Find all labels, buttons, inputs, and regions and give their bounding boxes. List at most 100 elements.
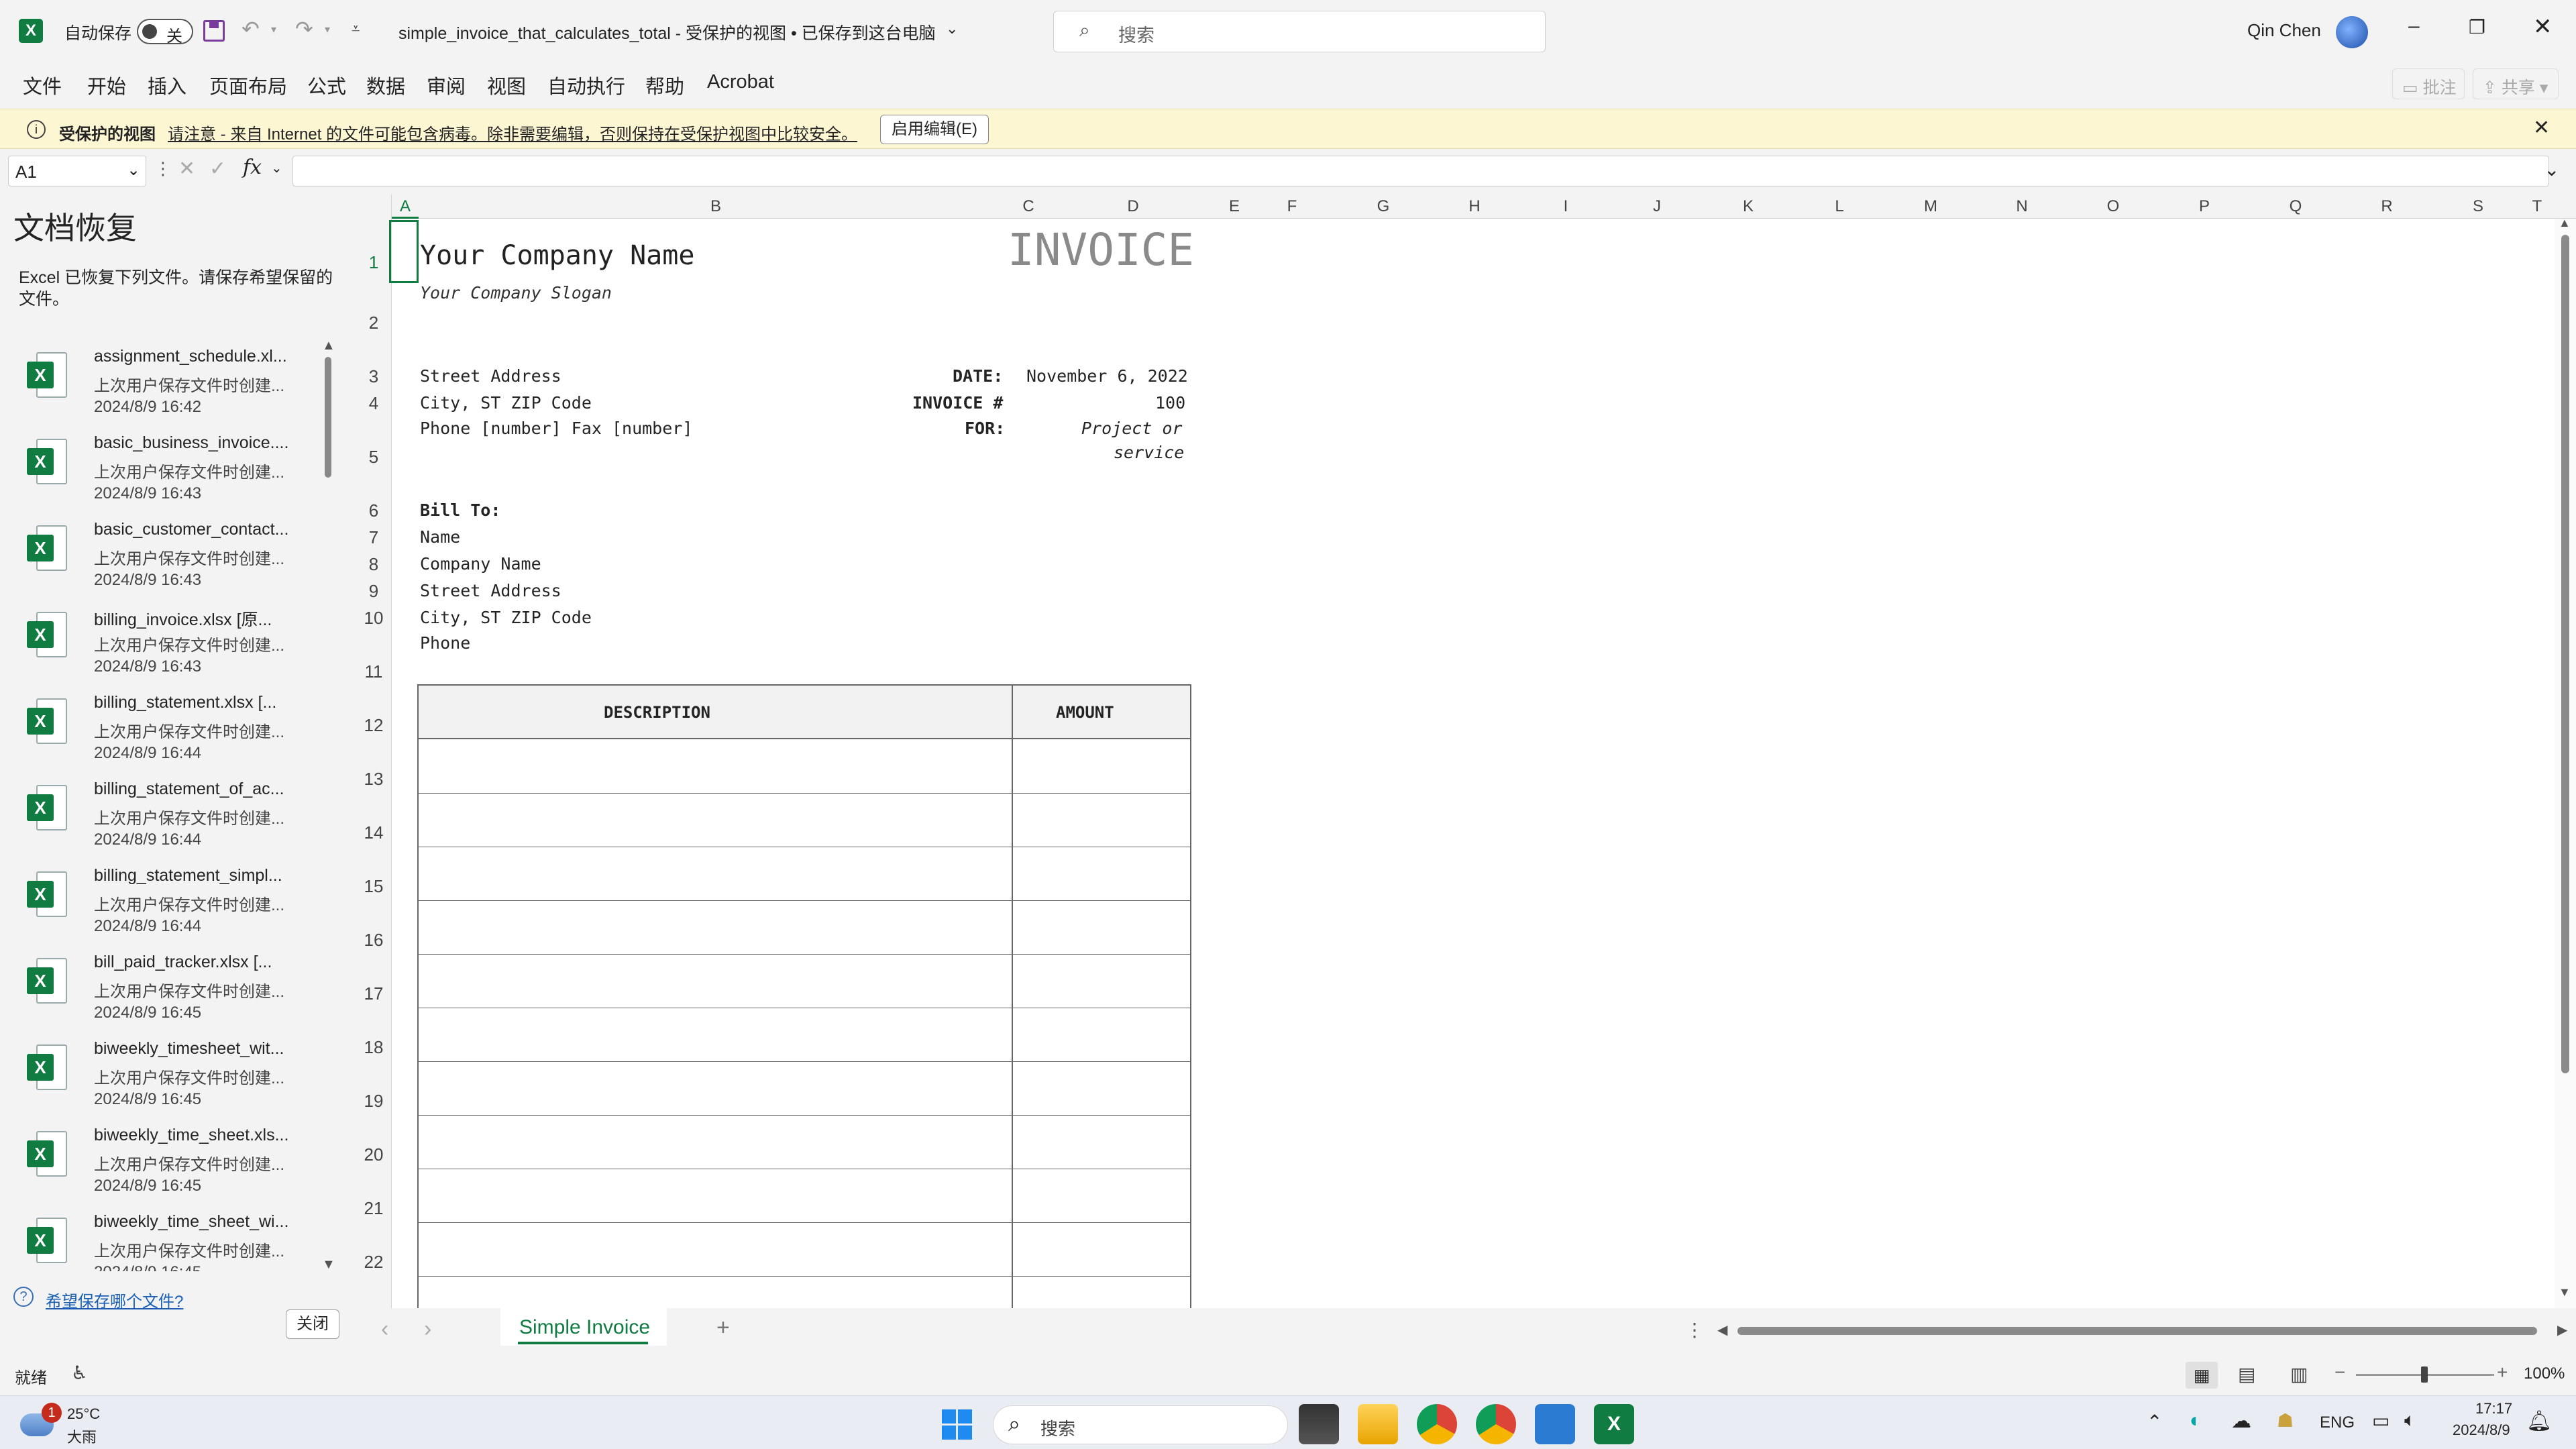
- list-item[interactable]: X basic_customer_contact... 上次用户保存文件时创建.…: [13, 512, 329, 598]
- user-name[interactable]: Qin Chen: [2247, 20, 2321, 41]
- clock-time[interactable]: 17:17: [2475, 1400, 2512, 1417]
- avatar[interactable]: [2336, 16, 2368, 48]
- page-layout-icon[interactable]: ▤: [2238, 1363, 2255, 1385]
- invoice-title[interactable]: INVOICE: [1008, 224, 1194, 276]
- col-header-k[interactable]: K: [1703, 195, 1794, 219]
- date-value[interactable]: November 6, 2022: [1026, 366, 1188, 386]
- onedrive-icon[interactable]: ☁: [2231, 1409, 2251, 1433]
- zoom-level[interactable]: 100%: [2524, 1364, 2565, 1383]
- bill-to-company[interactable]: Company Name: [420, 554, 541, 574]
- list-item[interactable]: X biweekly_time_sheet.xls... 上次用户保存文件时创建…: [13, 1118, 329, 1204]
- menu-automate[interactable]: 自动执行: [547, 71, 625, 99]
- more-icon[interactable]: ⋮: [154, 158, 172, 179]
- name-box[interactable]: A1 ⌄: [8, 156, 146, 186]
- language-indicator[interactable]: ENG: [2320, 1413, 2355, 1432]
- chrome-profile-y-icon[interactable]: [1476, 1404, 1516, 1444]
- chrome-profile-q-icon[interactable]: [1417, 1404, 1457, 1444]
- row-header-11[interactable]: 11: [356, 661, 392, 682]
- invoice-number-value[interactable]: 100: [1155, 393, 1185, 413]
- table-row[interactable]: [419, 1061, 1190, 1062]
- list-item[interactable]: X biweekly_timesheet_wit... 上次用户保存文件时创建.…: [13, 1031, 329, 1118]
- row-header-20[interactable]: 20: [356, 1144, 392, 1165]
- invoice-number-label[interactable]: INVOICE #: [912, 393, 1003, 413]
- row-header-13[interactable]: 13: [356, 769, 392, 790]
- date-label[interactable]: DATE:: [953, 366, 1003, 386]
- col-header-s[interactable]: S: [2432, 195, 2524, 219]
- excel-taskbar-icon[interactable]: X: [1594, 1404, 1634, 1444]
- network-icon[interactable]: ▭: [2372, 1409, 2390, 1432]
- col-header-o[interactable]: O: [2068, 195, 2159, 219]
- col-header-f[interactable]: F: [1246, 195, 1338, 219]
- title-dropdown-icon[interactable]: ⌄: [946, 20, 958, 38]
- row-header-6[interactable]: 6: [356, 500, 392, 521]
- table-row[interactable]: [419, 954, 1190, 955]
- row-header-7[interactable]: 7: [356, 527, 392, 548]
- col-header-t[interactable]: T: [2524, 195, 2551, 219]
- for-value-line1[interactable]: Project or: [1081, 419, 1183, 438]
- table-row[interactable]: [419, 1276, 1190, 1277]
- add-sheet-icon[interactable]: +: [716, 1315, 730, 1341]
- close-pane-button[interactable]: 关闭: [286, 1309, 339, 1339]
- col-header-p[interactable]: P: [2159, 195, 2250, 219]
- row-header-2[interactable]: 2: [356, 313, 392, 333]
- vscode-icon[interactable]: [1535, 1404, 1575, 1444]
- table-row[interactable]: [419, 793, 1190, 794]
- zoom-in-icon[interactable]: +: [2497, 1362, 2508, 1383]
- col-header-q[interactable]: Q: [2250, 195, 2341, 219]
- protected-view-message[interactable]: 请注意 - 来自 Internet 的文件可能包含病毒。除非需要编辑，否则保持在…: [168, 121, 857, 144]
- list-item[interactable]: X billing_statement_simpl... 上次用户保存文件时创建…: [13, 858, 329, 945]
- scroll-up-icon[interactable]: ▲: [2559, 216, 2571, 230]
- accessibility-icon[interactable]: ♿: [71, 1362, 88, 1384]
- col-header-n[interactable]: N: [1976, 195, 2068, 219]
- row-header-16[interactable]: 16: [356, 930, 392, 951]
- expand-formula-icon[interactable]: ⌄: [2544, 158, 2559, 180]
- list-item[interactable]: X biweekly_time_sheet_wi... 上次用户保存文件时创建.…: [13, 1204, 329, 1271]
- bill-to-name[interactable]: Name: [420, 527, 460, 547]
- row-header-10[interactable]: 10: [356, 608, 392, 629]
- row-header-18[interactable]: 18: [356, 1037, 392, 1058]
- zoom-slider[interactable]: [2356, 1366, 2494, 1383]
- row-header-14[interactable]: 14: [356, 822, 392, 843]
- col-header-b[interactable]: B: [419, 195, 1013, 219]
- row-header-9[interactable]: 9: [356, 581, 392, 602]
- tabs-more-icon[interactable]: ⋮: [1685, 1319, 1704, 1341]
- worksheet-grid[interactable]: A B C D E F G H I J K L M N O P Q R S T …: [356, 195, 2576, 1308]
- close-window-icon[interactable]: ✕: [2533, 13, 2553, 40]
- formula-input[interactable]: [292, 156, 2549, 186]
- task-view-icon[interactable]: [1299, 1404, 1339, 1444]
- next-sheet-icon[interactable]: ›: [424, 1316, 431, 1342]
- scroll-thumb[interactable]: [325, 357, 331, 478]
- taskbar-search-box[interactable]: ⌕ 搜索: [993, 1405, 1288, 1444]
- menu-home[interactable]: 开始: [87, 71, 126, 99]
- list-item[interactable]: X billing_statement_of_ac... 上次用户保存文件时创建…: [13, 771, 329, 858]
- row-header-1[interactable]: 1: [356, 252, 392, 273]
- col-header-d[interactable]: D: [1044, 195, 1222, 219]
- menu-page-layout[interactable]: 页面布局: [209, 71, 287, 99]
- bill-to-city[interactable]: City, ST ZIP Code: [420, 608, 592, 627]
- scroll-left-icon[interactable]: ◀: [1717, 1322, 1727, 1338]
- col-header-a[interactable]: A: [392, 195, 419, 219]
- comments-button[interactable]: ▭ 批注: [2392, 68, 2465, 99]
- tray-app-icon[interactable]: ☗: [2277, 1409, 2294, 1432]
- scroll-down-icon[interactable]: ▼: [2559, 1285, 2571, 1299]
- col-header-e[interactable]: E: [1222, 195, 1246, 219]
- redo-icon[interactable]: ↷: [295, 16, 313, 42]
- col-header-h[interactable]: H: [1429, 195, 1520, 219]
- menu-insert[interactable]: 插入: [148, 71, 186, 99]
- scroll-right-icon[interactable]: ▶: [2557, 1322, 2567, 1338]
- selected-cell[interactable]: [389, 220, 419, 283]
- minimize-icon[interactable]: –: [2408, 15, 2420, 38]
- h-scroll-thumb[interactable]: [1737, 1327, 2537, 1335]
- search-box[interactable]: ⌕ 搜索: [1053, 11, 1546, 52]
- description-header[interactable]: DESCRIPTION: [604, 703, 710, 722]
- company-slogan[interactable]: Your Company Slogan: [420, 283, 612, 303]
- file-explorer-icon[interactable]: [1358, 1404, 1398, 1444]
- col-header-i[interactable]: I: [1520, 195, 1611, 219]
- scroll-down-icon[interactable]: ▼: [322, 1257, 335, 1273]
- col-header-j[interactable]: J: [1611, 195, 1703, 219]
- menu-acrobat[interactable]: Acrobat: [707, 71, 774, 93]
- col-header-r[interactable]: R: [2341, 195, 2432, 219]
- insert-function-icon[interactable]: fx: [243, 156, 262, 179]
- autosave-toggle[interactable]: 关: [137, 19, 193, 46]
- bill-to-phone[interactable]: Phone: [420, 633, 470, 653]
